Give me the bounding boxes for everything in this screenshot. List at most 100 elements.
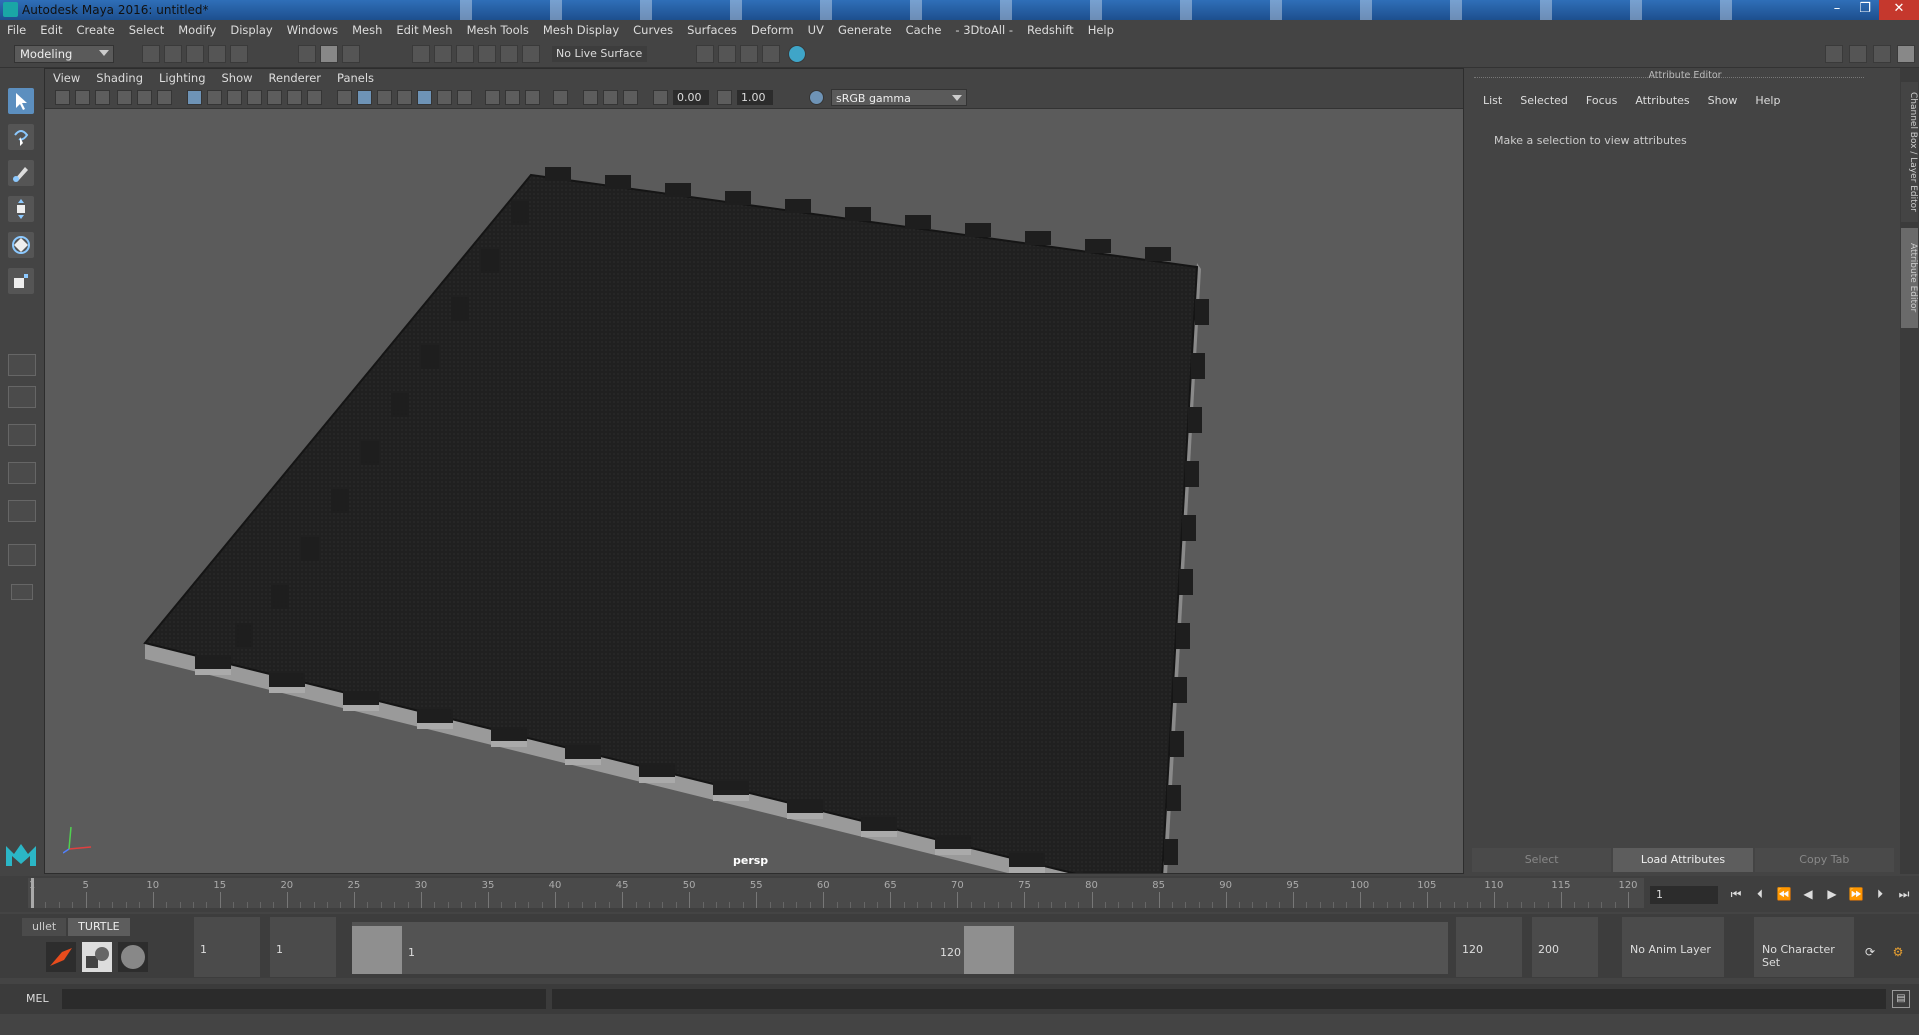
shelf-tab-bullet[interactable]: ullet bbox=[22, 918, 67, 936]
ae-menu-focus[interactable]: Focus bbox=[1577, 94, 1626, 107]
step-back-frame-icon[interactable]: ⏴ bbox=[1752, 886, 1768, 902]
menu-mesh-display[interactable]: Mesh Display bbox=[536, 23, 626, 37]
script-language-label[interactable]: MEL bbox=[26, 992, 49, 1005]
wireframe-on-shaded-icon[interactable] bbox=[377, 90, 392, 105]
copy-tab-button[interactable]: Copy Tab bbox=[1754, 848, 1894, 872]
playback-start-field[interactable]: 1 bbox=[270, 917, 336, 977]
hypershade-icon[interactable] bbox=[788, 45, 806, 63]
render-settings-icon[interactable] bbox=[696, 45, 714, 63]
menu-set-selector[interactable]: Modeling bbox=[14, 45, 114, 63]
grease-pencil-icon[interactable] bbox=[157, 90, 172, 105]
two-d-pan-zoom-icon[interactable] bbox=[137, 90, 152, 105]
menu-help[interactable]: Help bbox=[1081, 23, 1121, 37]
lasso-tool-icon[interactable] bbox=[8, 124, 34, 150]
select-component-icon[interactable] bbox=[342, 45, 360, 63]
load-attributes-button[interactable]: Load Attributes bbox=[1613, 848, 1753, 872]
persp-graph-layout-icon[interactable] bbox=[8, 462, 36, 484]
rotate-tool-icon[interactable] bbox=[8, 232, 34, 258]
menu-3dtoall[interactable]: - 3DtoAll - bbox=[948, 23, 1020, 37]
open-scene-icon[interactable] bbox=[164, 45, 182, 63]
film-gate-icon[interactable] bbox=[207, 90, 222, 105]
ambient-occlusion-icon[interactable] bbox=[457, 90, 472, 105]
go-to-end-icon[interactable]: ⏭ bbox=[1896, 886, 1912, 902]
ipr-render-icon[interactable] bbox=[740, 45, 758, 63]
scale-tool-icon[interactable] bbox=[8, 268, 34, 294]
perspective-viewport[interactable]: View Shading Lighting Show Renderer Pane… bbox=[44, 68, 1464, 874]
shadows-icon[interactable] bbox=[437, 90, 452, 105]
viewport-menu-view[interactable]: View bbox=[45, 71, 88, 85]
menu-deform[interactable]: Deform bbox=[744, 23, 801, 37]
more-layouts-icon[interactable] bbox=[11, 584, 33, 600]
grid-icon[interactable] bbox=[187, 90, 202, 105]
menu-windows[interactable]: Windows bbox=[280, 23, 345, 37]
move-tool-icon[interactable] bbox=[8, 196, 34, 222]
viewport-menu-panels[interactable]: Panels bbox=[329, 71, 382, 85]
menu-surfaces[interactable]: Surfaces bbox=[680, 23, 744, 37]
gamma-field[interactable]: 1.00 bbox=[737, 90, 773, 105]
view-transform-select[interactable]: sRGB gamma bbox=[831, 89, 967, 106]
camera-select-icon[interactable] bbox=[55, 90, 70, 105]
resolution-gate-icon[interactable] bbox=[227, 90, 242, 105]
step-back-key-icon[interactable]: ⏪ bbox=[1776, 886, 1792, 902]
command-input[interactable] bbox=[62, 989, 546, 1009]
new-scene-icon[interactable] bbox=[142, 45, 160, 63]
attribute-editor-toggle-icon[interactable] bbox=[1849, 45, 1867, 63]
viewport-menu-show[interactable]: Show bbox=[214, 71, 261, 85]
range-end-handle[interactable] bbox=[964, 926, 1014, 974]
safe-action-icon[interactable] bbox=[287, 90, 302, 105]
animation-end-field[interactable]: 200 bbox=[1532, 917, 1598, 977]
channel-box-toggle-icon[interactable] bbox=[1897, 45, 1915, 63]
snap-point-icon[interactable] bbox=[456, 45, 474, 63]
menu-modify[interactable]: Modify bbox=[171, 23, 223, 37]
ae-select-button[interactable]: Select bbox=[1472, 848, 1612, 872]
live-surface-field[interactable]: No Live Surface bbox=[552, 46, 647, 62]
play-forwards-icon[interactable]: ▶ bbox=[1824, 886, 1840, 902]
select-tool-icon[interactable] bbox=[8, 88, 34, 114]
use-all-lights-icon[interactable] bbox=[417, 90, 432, 105]
single-perspective-layout-icon[interactable] bbox=[8, 354, 36, 376]
snap-magnet-icon[interactable] bbox=[522, 45, 540, 63]
menu-cache[interactable]: Cache bbox=[899, 23, 949, 37]
snap-live-icon[interactable] bbox=[500, 45, 518, 63]
current-time-marker[interactable] bbox=[31, 878, 34, 908]
menu-curves[interactable]: Curves bbox=[626, 23, 680, 37]
menu-display[interactable]: Display bbox=[223, 23, 279, 37]
smooth-shade-icon[interactable] bbox=[357, 90, 372, 105]
persp-uv-layout-icon[interactable] bbox=[8, 544, 36, 566]
menu-redshift[interactable]: Redshift bbox=[1020, 23, 1081, 37]
shelf-tab-turtle[interactable]: TURTLE bbox=[68, 918, 130, 936]
anti-aliasing-icon[interactable] bbox=[505, 90, 520, 105]
xray-icon[interactable] bbox=[583, 90, 598, 105]
select-hierarchy-icon[interactable] bbox=[298, 45, 316, 63]
menu-mesh-tools[interactable]: Mesh Tools bbox=[460, 23, 536, 37]
wireframe-icon[interactable] bbox=[337, 90, 352, 105]
viewport-menu-renderer[interactable]: Renderer bbox=[261, 71, 330, 85]
character-set-select[interactable]: No Character Set bbox=[1754, 917, 1854, 977]
xray-joints-icon[interactable] bbox=[623, 90, 638, 105]
turtle-material-icon[interactable] bbox=[118, 942, 148, 972]
play-backwards-icon[interactable]: ◀ bbox=[1800, 886, 1816, 902]
viewport-menu-shading[interactable]: Shading bbox=[88, 71, 151, 85]
xray-active-icon[interactable] bbox=[603, 90, 618, 105]
field-chart-icon[interactable] bbox=[267, 90, 282, 105]
animation-preferences-icon[interactable]: ⚙ bbox=[1890, 944, 1906, 960]
image-plane-icon[interactable] bbox=[117, 90, 132, 105]
camera-attributes-icon[interactable] bbox=[75, 90, 90, 105]
menu-edit-mesh[interactable]: Edit Mesh bbox=[389, 23, 459, 37]
persp-outliner-layout-icon[interactable] bbox=[8, 424, 36, 446]
animation-start-field[interactable]: 1 bbox=[194, 917, 260, 977]
menu-generate[interactable]: Generate bbox=[831, 23, 899, 37]
ae-menu-help[interactable]: Help bbox=[1746, 94, 1789, 107]
current-frame-field[interactable]: 1 bbox=[1650, 886, 1718, 904]
viewport-menu-lighting[interactable]: Lighting bbox=[151, 71, 213, 85]
menu-uv[interactable]: UV bbox=[801, 23, 831, 37]
motion-blur-icon[interactable] bbox=[485, 90, 500, 105]
paint-select-tool-icon[interactable] bbox=[8, 160, 34, 186]
tab-channel-box[interactable]: Channel Box / Layer Editor bbox=[1901, 82, 1918, 222]
hypershade-layout-icon[interactable] bbox=[8, 500, 36, 522]
snap-view-plane-icon[interactable] bbox=[478, 45, 496, 63]
time-slider[interactable]: 1510152025303540455055606570758085909510… bbox=[0, 876, 1919, 912]
menu-mesh[interactable]: Mesh bbox=[345, 23, 389, 37]
gamma-icon[interactable] bbox=[717, 90, 732, 105]
tab-attribute-editor[interactable]: Attribute Editor bbox=[1901, 228, 1918, 328]
